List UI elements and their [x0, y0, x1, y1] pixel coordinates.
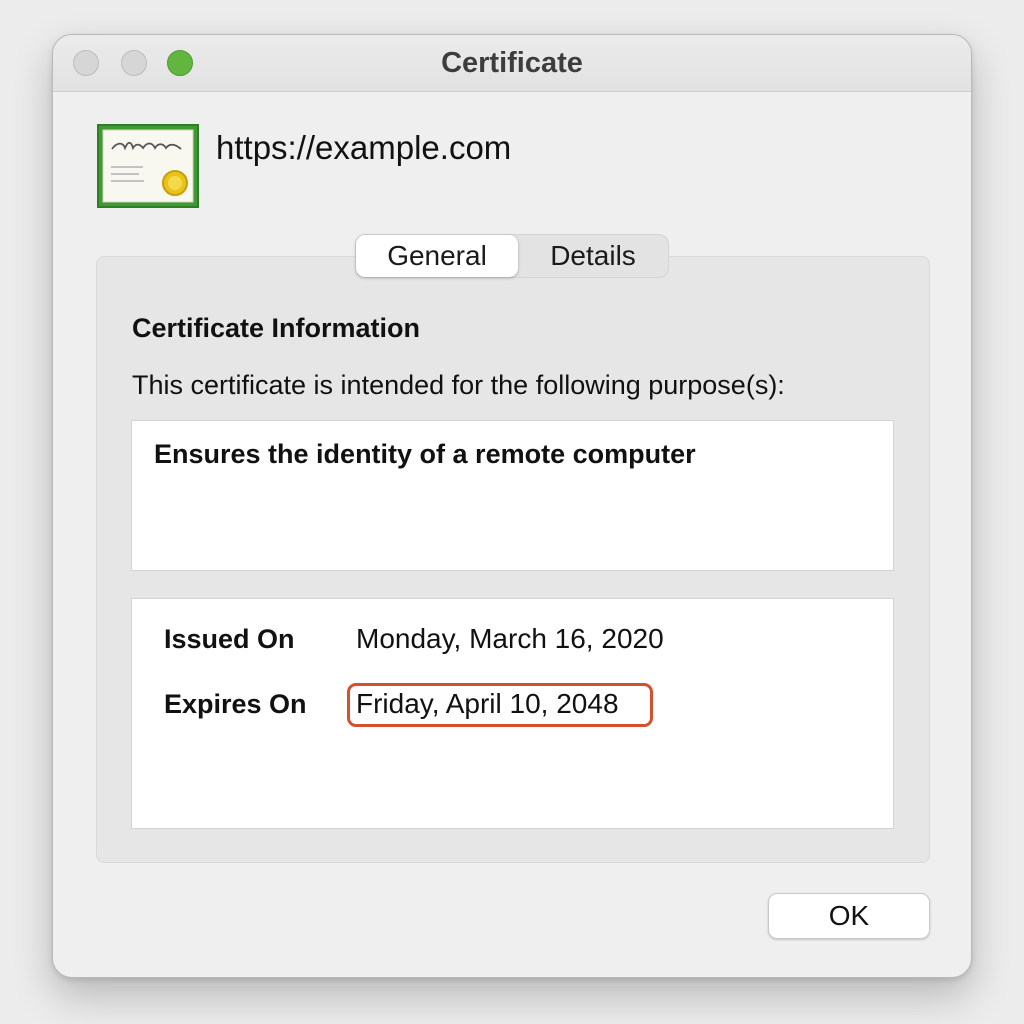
certificate-information-heading: Certificate Information [132, 313, 421, 343]
validity-dates-box: Issued On Monday, March 16, 2020 Expires… [131, 598, 894, 829]
issued-on-value: Monday, March 16, 2020 [356, 623, 664, 654]
expires-on-label: Expires On [164, 689, 307, 719]
window-title: Certificate [441, 47, 583, 79]
certificate-window: Certificate https://example.com General … [52, 34, 972, 978]
title-bar: Certificate [53, 35, 971, 92]
tab-control: General Details [355, 234, 669, 278]
purpose-item: Ensures the identity of a remote compute… [154, 439, 696, 469]
certificate-icon [97, 124, 199, 208]
purpose-intro-text: This certificate is intended for the fol… [132, 370, 785, 400]
ok-button[interactable]: OK [768, 893, 930, 939]
tab-details[interactable]: Details [518, 235, 668, 277]
tab-general[interactable]: General [356, 235, 518, 277]
site-url: https://example.com [216, 129, 512, 166]
expires-on-value: Friday, April 10, 2048 [356, 688, 619, 719]
purposes-box: Ensures the identity of a remote compute… [131, 420, 894, 571]
issued-on-label: Issued On [164, 624, 295, 654]
